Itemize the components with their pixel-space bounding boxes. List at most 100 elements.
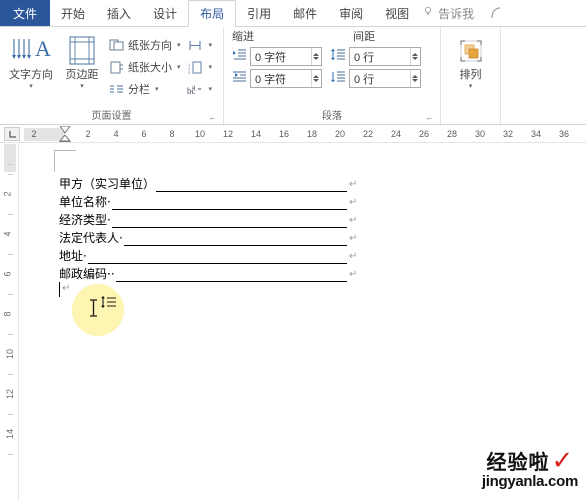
spacing-after-spin[interactable] [349,69,421,88]
tab-layout[interactable]: 布局 [188,0,237,27]
hyphenation-caret-icon[interactable]: ▾ [209,85,213,93]
page-setup-group-title-text: 页面设置 [91,111,132,122]
vertical-ruler[interactable]: 2 4 6 8 10 12 14 [0,144,19,500]
spacing-after-up-icon[interactable] [412,75,419,78]
hyphenation-button[interactable]: bc a ▾ [185,78,215,100]
hanging-indent-marker[interactable] [58,135,72,143]
document-line[interactable]: 法定代表人· ↵ [59,228,359,246]
line-numbers-button[interactable]: 1 2 3 ▾ [185,56,215,78]
breaks-caret-icon[interactable]: ▾ [209,41,213,49]
margins-button[interactable]: 页边距 ▾ [58,30,106,91]
tab-view[interactable]: 视图 [374,0,420,26]
document-line[interactable]: 单位名称· ↵ [59,192,359,210]
tab-mailings[interactable]: 邮件 [282,0,328,26]
document-line[interactable]: 经济类型· ↵ [59,210,359,228]
ruler-tick-28: 28 [446,129,458,139]
text-direction-button[interactable]: A 文字方向 ▾ [4,30,58,91]
ruler-tick-14: 14 [250,129,262,139]
vruler-top-margin [4,144,16,172]
arrange-caret-icon[interactable]: ▾ [469,83,473,91]
document-line[interactable]: 地址· ↵ [59,246,359,264]
spacing-before-down-icon[interactable] [412,57,419,60]
spacing-after-arrows[interactable] [409,70,420,87]
paragraph-dialog-launcher[interactable]: ⌐ [425,114,434,123]
ribbon-empty-area [501,27,586,124]
arrange-label: 排列 [459,69,482,81]
ruler-tick-22: 22 [362,129,374,139]
watermark-check-icon: ✓ [551,445,574,475]
tab-stop-selector[interactable] [4,127,20,141]
indent-right-input[interactable] [251,70,311,87]
spacing-after-input[interactable] [350,70,410,87]
tab-view-label: 视图 [385,6,410,21]
horizontal-ruler[interactable]: 2 2 4 6 8 10 12 14 16 18 20 22 24 26 28 … [0,125,586,143]
share-icon [491,7,501,19]
ribbon: A 文字方向 ▾ 页边距 ▾ 纸张方向 ▾ 纸张大小 ▾ 分栏 ▾ ▾ 1 2 … [0,27,586,125]
arrange-button[interactable]: 排列 ▾ [445,30,496,91]
paper-orientation-label: 纸张方向 [128,40,172,52]
ruler-tick-6: 6 [141,129,147,139]
ruler-tick-2: 2 [85,129,91,139]
ruler-tick-left: 2 [31,129,37,139]
hyphenation-icon: bc a [187,81,204,98]
page-setup-dialog-launcher[interactable]: ⌐ [208,114,217,123]
spacing-before-arrows[interactable] [409,48,420,65]
tab-insert[interactable]: 插入 [96,0,142,26]
ruler-track[interactable]: 2 2 4 6 8 10 12 14 16 18 20 22 24 26 28 … [24,126,586,143]
document-line[interactable]: 邮政编码·· ↵ [59,264,359,282]
line-label: 单位名称· [59,195,111,209]
line-label: 地址· [59,249,87,263]
indent-right-spin[interactable] [250,69,322,88]
ruler-tick-16: 16 [278,129,290,139]
spacing-before-spin[interactable] [349,47,421,66]
paper-orientation-caret-icon[interactable]: ▾ [177,41,181,49]
tab-overflow-partial[interactable] [485,0,507,26]
indent-left-down-icon[interactable] [313,57,320,60]
margin-corner-mark [54,150,76,172]
breaks-button[interactable]: ▾ [185,34,215,56]
text-caret [59,282,60,297]
line-underline [111,214,347,228]
document-line[interactable]: 甲方（实习单位） ↵ [59,174,359,192]
indent-left-row [232,47,322,66]
ruler-tick-20: 20 [334,129,346,139]
indent-left-arrows[interactable] [310,48,321,65]
tell-me-box[interactable]: 告诉我 [420,0,485,26]
arrange-icon [456,33,486,69]
tab-file[interactable]: 文件 [0,0,51,26]
spacing-after-down-icon[interactable] [412,79,419,82]
tab-design[interactable]: 设计 [142,0,188,26]
document-canvas[interactable]: 甲方（实习单位） ↵ 单位名称· ↵ 经济类型· ↵ 法定代表人· ↵ 地址· … [19,144,586,500]
spacing-before-up-icon[interactable] [412,53,419,56]
indent-right-down-icon[interactable] [313,79,320,82]
text-direction-caret-icon[interactable]: ▾ [29,83,33,91]
watermark-en-text: jingyanla.com [481,473,578,490]
indent-left-spin[interactable] [250,47,322,66]
indent-left-up-icon[interactable] [313,53,320,56]
columns-caret-icon[interactable]: ▾ [155,85,159,93]
tab-review[interactable]: 审阅 [328,0,374,26]
paper-size-button[interactable]: 纸张大小 ▾ [106,56,183,78]
tab-start-label: 开始 [61,6,86,21]
document-page[interactable]: 甲方（实习单位） ↵ 单位名称· ↵ 经济类型· ↵ 法定代表人· ↵ 地址· … [19,144,586,500]
line-label: 法定代表人· [59,231,123,245]
indent-left-input[interactable] [251,48,311,65]
spacing-before-input[interactable] [350,48,410,65]
ruler-tick-26: 26 [418,129,430,139]
indent-right-up-icon[interactable] [313,75,320,78]
tab-insert-label: 插入 [107,6,132,21]
tab-references[interactable]: 引用 [236,0,282,26]
spacing-after-icon [331,70,346,87]
cursor-highlight-circle [72,284,124,336]
line-numbers-caret-icon[interactable]: ▾ [209,63,213,71]
margins-caret-icon[interactable]: ▾ [80,83,84,91]
tab-start[interactable]: 开始 [50,0,96,26]
paper-size-caret-icon[interactable]: ▾ [177,63,181,71]
paper-orientation-button[interactable]: 纸张方向 ▾ [106,34,183,56]
line-underline [87,250,347,264]
spacing-after-row [331,69,421,88]
columns-button[interactable]: 分栏 ▾ [106,78,183,100]
document-body[interactable]: 甲方（实习单位） ↵ 单位名称· ↵ 经济类型· ↵ 法定代表人· ↵ 地址· … [59,174,359,282]
line-underline [156,178,347,192]
indent-right-arrows[interactable] [310,70,321,87]
